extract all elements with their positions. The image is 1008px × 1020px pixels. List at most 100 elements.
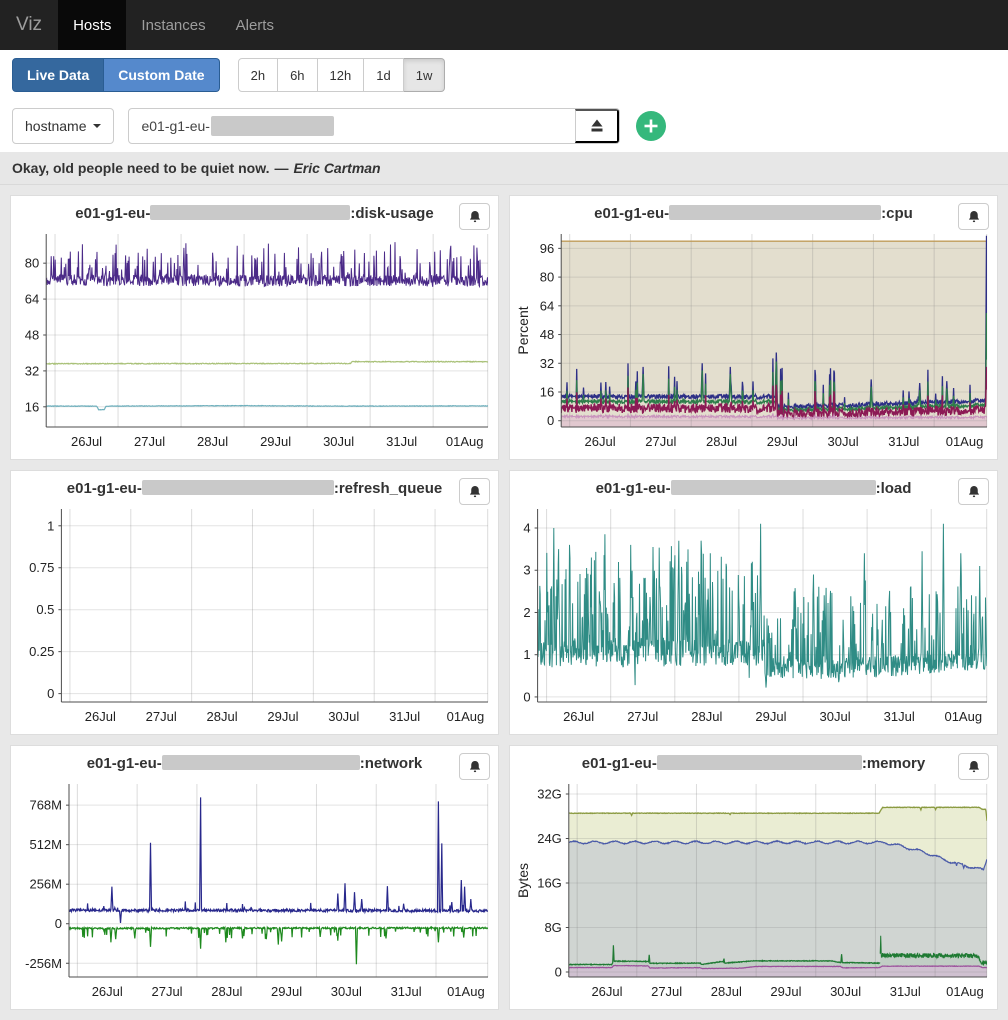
svg-text:27Jul: 27Jul — [134, 434, 165, 449]
chart-panel-network: e01-g1-eu-:network-256M0256M512M768M26Ju… — [10, 745, 499, 1010]
svg-text:0: 0 — [55, 916, 62, 931]
chart-title-metric: :refresh_queue — [334, 480, 442, 497]
chart-title-host-prefix: e01-g1-eu- — [67, 480, 142, 497]
quote-author: Eric Cartman — [293, 160, 380, 176]
chart-title-host-prefix: e01-g1-eu- — [75, 205, 150, 222]
svg-text:26Jul: 26Jul — [591, 984, 622, 999]
chart-title-network: e01-g1-eu-:network — [17, 752, 492, 778]
quote-separator: — — [274, 160, 288, 176]
chart-title-cpu: e01-g1-eu-:cpu — [516, 202, 991, 228]
alert-bell-button[interactable] — [459, 478, 490, 505]
redacted-hostname — [669, 205, 881, 220]
svg-text:29Jul: 29Jul — [267, 709, 298, 724]
svg-text:30Jul: 30Jul — [331, 984, 362, 999]
svg-text:01Aug: 01Aug — [946, 984, 984, 999]
svg-text:Percent: Percent — [516, 306, 531, 354]
bell-icon — [967, 210, 981, 224]
bell-icon — [468, 210, 482, 224]
range-2h-button[interactable]: 2h — [238, 58, 278, 92]
host-filter-row: hostname e01-g1-eu- — [0, 100, 1008, 152]
svg-text:26Jul: 26Jul — [85, 709, 116, 724]
chart-title-host-prefix: e01-g1-eu- — [594, 205, 669, 222]
eject-upload-button[interactable] — [575, 109, 619, 143]
app-brand[interactable]: Viz — [0, 0, 58, 50]
svg-text:29Jul: 29Jul — [271, 984, 302, 999]
svg-text:31Jul: 31Jul — [890, 984, 921, 999]
chart-panel-refresh_queue: e01-g1-eu-:refresh_queue00.250.50.75126J… — [10, 470, 499, 735]
host-query-input[interactable]: e01-g1-eu- — [129, 109, 575, 143]
redacted-hostname — [150, 205, 350, 220]
chart-plot-disk-usage[interactable]: 163248648026Jul27Jul28Jul29Jul30Jul31Jul… — [17, 228, 492, 453]
chart-title-refresh_queue: e01-g1-eu- :refresh_queue — [17, 477, 492, 503]
svg-text:28Jul: 28Jul — [706, 434, 737, 449]
range-1w-button[interactable]: 1w — [404, 58, 446, 92]
host-query-text: e01-g1-eu- — [141, 118, 210, 134]
svg-text:30Jul: 30Jul — [323, 434, 354, 449]
alert-bell-button[interactable] — [459, 203, 490, 230]
charts-grid: e01-g1-eu-:disk-usage163248648026Jul27Ju… — [0, 185, 1008, 1020]
alert-bell-button[interactable] — [958, 753, 989, 780]
svg-text:31Jul: 31Jul — [386, 434, 417, 449]
svg-text:0: 0 — [523, 689, 530, 704]
chart-plot-refresh_queue[interactable]: 00.250.50.75126Jul27Jul28Jul29Jul30Jul31… — [17, 503, 492, 728]
svg-text:0: 0 — [47, 686, 54, 701]
svg-text:-256M: -256M — [25, 956, 62, 971]
svg-text:32G: 32G — [537, 787, 562, 802]
bell-icon — [967, 485, 981, 499]
add-chart-button[interactable] — [636, 111, 666, 141]
svg-text:256M: 256M — [29, 877, 62, 892]
range-6h-button[interactable]: 6h — [278, 58, 317, 92]
range-12h-button[interactable]: 12h — [318, 58, 365, 92]
alert-bell-button[interactable] — [459, 753, 490, 780]
svg-text:16: 16 — [25, 399, 39, 414]
bell-icon — [468, 760, 482, 774]
svg-text:16: 16 — [540, 384, 554, 399]
svg-text:29Jul: 29Jul — [260, 434, 291, 449]
alert-bell-button[interactable] — [958, 203, 989, 230]
chart-title-metric: :disk-usage — [350, 205, 433, 222]
field-selector-dropdown[interactable]: hostname — [12, 108, 114, 144]
svg-text:01Aug: 01Aug — [447, 709, 485, 724]
svg-text:2: 2 — [523, 605, 530, 620]
svg-text:3: 3 — [523, 563, 530, 578]
quote-text: Okay, old people need to be quiet now. — [12, 160, 269, 176]
custom-date-button[interactable]: Custom Date — [104, 58, 219, 92]
svg-text:0: 0 — [547, 413, 554, 428]
svg-text:0.5: 0.5 — [36, 602, 54, 617]
chart-title-host-prefix: e01-g1-eu- — [87, 755, 162, 772]
bell-icon — [468, 485, 482, 499]
svg-text:29Jul: 29Jul — [755, 709, 786, 724]
svg-text:28Jul: 28Jul — [197, 434, 228, 449]
svg-text:64: 64 — [540, 298, 554, 313]
host-query-input-group: e01-g1-eu- — [128, 108, 620, 144]
redacted-hostname — [211, 116, 334, 136]
alert-bell-button[interactable] — [958, 478, 989, 505]
nav-tab-hosts[interactable]: Hosts — [58, 0, 126, 50]
svg-text:31Jul: 31Jul — [888, 434, 919, 449]
svg-text:512M: 512M — [29, 837, 62, 852]
svg-text:0: 0 — [555, 964, 562, 979]
chart-title-disk-usage: e01-g1-eu- :disk-usage — [17, 202, 492, 228]
eject-upload-icon — [589, 118, 605, 134]
chart-plot-cpu[interactable]: 016324864809626Jul27Jul28Jul29Jul30Jul31… — [516, 228, 991, 453]
svg-text:29Jul: 29Jul — [767, 434, 798, 449]
svg-text:01Aug: 01Aug — [944, 709, 982, 724]
live-data-button[interactable]: Live Data — [12, 58, 104, 92]
chart-plot-memory[interactable]: 08G16G24G32G26Jul27Jul28Jul29Jul30Jul31J… — [516, 778, 991, 1003]
nav-tab-instances[interactable]: Instances — [126, 0, 220, 50]
svg-text:31Jul: 31Jul — [884, 709, 915, 724]
chevron-down-icon — [93, 124, 101, 128]
chart-plot-load[interactable]: 0123426Jul27Jul28Jul29Jul30Jul31Jul01Aug — [516, 503, 991, 728]
bell-icon — [967, 760, 981, 774]
nav-tab-alerts[interactable]: Alerts — [221, 0, 289, 50]
svg-text:28Jul: 28Jul — [207, 709, 238, 724]
svg-text:01Aug: 01Aug — [946, 434, 984, 449]
svg-text:30Jul: 30Jul — [820, 709, 851, 724]
svg-text:26Jul: 26Jul — [92, 984, 123, 999]
chart-panel-cpu: e01-g1-eu-:cpu016324864809626Jul27Jul28J… — [509, 195, 998, 460]
range-1d-button[interactable]: 1d — [364, 58, 403, 92]
svg-text:26Jul: 26Jul — [563, 709, 594, 724]
time-range-group: 2h 6h 12h 1d 1w — [238, 58, 446, 92]
chart-panel-disk-usage: e01-g1-eu-:disk-usage163248648026Jul27Ju… — [10, 195, 499, 460]
chart-plot-network[interactable]: -256M0256M512M768M26Jul27Jul28Jul29Jul30… — [17, 778, 492, 1003]
